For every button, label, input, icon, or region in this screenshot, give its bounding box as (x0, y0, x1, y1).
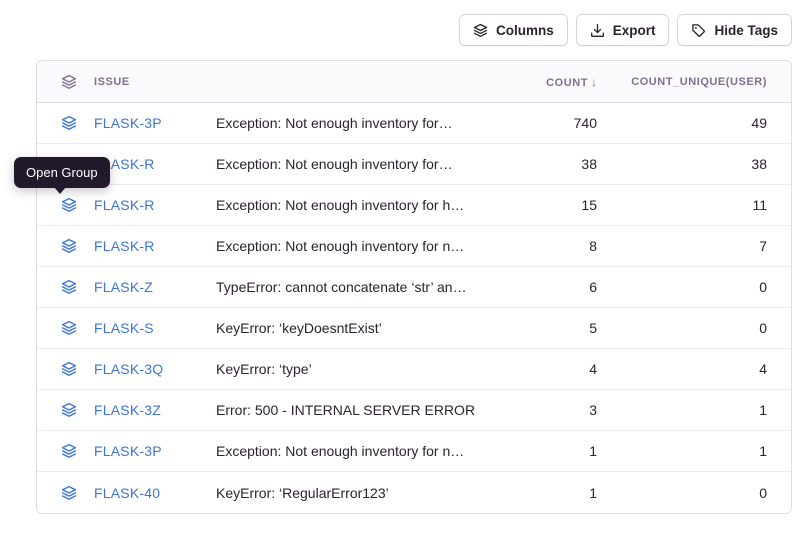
columns-button-label: Columns (496, 23, 554, 38)
issue-group-icon[interactable] (61, 115, 77, 131)
issue-title: Exception: Not enough inventory for n… (216, 238, 477, 254)
count-unique-value: 1 (597, 402, 767, 418)
issue-group-icon[interactable] (61, 279, 77, 295)
count-unique-column-header[interactable]: COUNT_UNIQUE(USER) (597, 76, 767, 88)
count-unique-value: 7 (597, 238, 767, 254)
count-header-label: COUNT (546, 77, 588, 89)
count-value: 4 (477, 361, 597, 377)
issue-title: Error: 500 - INTERNAL SERVER ERROR (216, 402, 477, 418)
results-table: ISSUE COUNT↓ COUNT_UNIQUE(USER) FLASK-3P… (36, 60, 792, 514)
count-value: 15 (477, 197, 597, 213)
issue-group-icon[interactable] (61, 443, 77, 459)
issue-id-link[interactable]: FLASK-S (94, 320, 154, 336)
issue-title: Exception: Not enough inventory for n… (216, 443, 477, 459)
issue-cell: FLASK-3Q (61, 361, 216, 377)
issue-id-link[interactable]: FLASK-40 (94, 485, 160, 501)
issue-id-link[interactable]: FLASK-R (94, 238, 155, 254)
count-column-header[interactable]: COUNT↓ (477, 75, 597, 89)
hide-tags-button[interactable]: Hide Tags (677, 14, 792, 46)
issue-id-link[interactable]: FLASK-R (94, 197, 155, 213)
toolbar: Columns Export Hide Tags (459, 14, 792, 46)
issue-id-link[interactable]: FLASK-3Q (94, 361, 163, 377)
tag-icon (691, 23, 706, 38)
count-unique-value: 0 (597, 485, 767, 501)
issue-column-header[interactable]: ISSUE (61, 74, 216, 90)
table-row[interactable]: FLASK-S KeyError: ‘keyDoesntExist’ 5 0 (37, 308, 791, 349)
issue-cell: FLASK-3Z (61, 402, 216, 418)
table-row[interactable]: FLASK-R Exception: Not enough inventory … (37, 185, 791, 226)
count-value: 1 (477, 443, 597, 459)
table-row[interactable]: FLASK-R Exception: Not enough inventory … (37, 226, 791, 267)
count-value: 6 (477, 279, 597, 295)
count-unique-value: 38 (597, 156, 767, 172)
download-icon (590, 23, 605, 38)
issue-cell: FLASK-R (61, 197, 216, 213)
count-value: 8 (477, 238, 597, 254)
count-unique-value: 1 (597, 443, 767, 459)
table-row[interactable]: FLASK-3P Exception: Not enough inventory… (37, 103, 791, 144)
issue-cell: FLASK-Z (61, 279, 216, 295)
issue-title: KeyError: ‘RegularError123’ (216, 485, 477, 501)
issue-id-link[interactable]: FLASK-3Z (94, 402, 161, 418)
open-group-tooltip-label: Open Group (26, 165, 98, 180)
issue-group-icon[interactable] (61, 402, 77, 418)
table-row[interactable]: FLASK-40 KeyError: ‘RegularError123’ 1 0 (37, 472, 791, 513)
issue-header-label: ISSUE (94, 76, 130, 88)
table-row[interactable]: FLASK-R Exception: Not enough inventory … (37, 144, 791, 185)
issue-id-link[interactable]: FLASK-Z (94, 279, 153, 295)
issue-cell: FLASK-3P (61, 115, 216, 131)
table-header-row: ISSUE COUNT↓ COUNT_UNIQUE(USER) (37, 61, 791, 103)
table-row[interactable]: FLASK-3Q KeyError: ‘type’ 4 4 (37, 349, 791, 390)
issue-group-icon[interactable] (61, 238, 77, 254)
hide-tags-button-label: Hide Tags (714, 23, 778, 38)
table-row[interactable]: FLASK-Z TypeError: cannot concatenate ‘s… (37, 267, 791, 308)
issue-id-link[interactable]: FLASK-3P (94, 443, 162, 459)
table-row[interactable]: FLASK-3P Exception: Not enough inventory… (37, 431, 791, 472)
table-row[interactable]: FLASK-3Z Error: 500 - INTERNAL SERVER ER… (37, 390, 791, 431)
export-button[interactable]: Export (576, 14, 670, 46)
count-unique-value: 11 (597, 197, 767, 213)
count-value: 5 (477, 320, 597, 336)
columns-button[interactable]: Columns (459, 14, 568, 46)
issue-id-link[interactable]: FLASK-3P (94, 115, 162, 131)
issue-cell: FLASK-40 (61, 485, 216, 501)
count-unique-value: 4 (597, 361, 767, 377)
discover-results-page: Columns Export Hide Tags (0, 0, 807, 538)
count-unique-value: 0 (597, 320, 767, 336)
count-value: 1 (477, 485, 597, 501)
open-group-tooltip: Open Group (14, 157, 110, 188)
issue-cell: FLASK-S (61, 320, 216, 336)
issue-title: Exception: Not enough inventory for… (216, 115, 477, 131)
issue-title: Exception: Not enough inventory for h… (216, 197, 477, 213)
issue-layers-icon (61, 74, 77, 90)
columns-icon (473, 23, 488, 38)
export-button-label: Export (613, 23, 656, 38)
count-unique-value: 49 (597, 115, 767, 131)
issue-title: Exception: Not enough inventory for… (216, 156, 477, 172)
issue-group-icon[interactable] (61, 485, 77, 501)
issue-group-icon[interactable] (61, 197, 77, 213)
issue-title: KeyError: ‘type’ (216, 361, 477, 377)
count-value: 3 (477, 402, 597, 418)
issue-group-icon[interactable] (61, 320, 77, 336)
issue-cell: FLASK-R (61, 238, 216, 254)
count-value: 740 (477, 115, 597, 131)
issue-cell: FLASK-3P (61, 443, 216, 459)
issue-group-icon[interactable] (61, 361, 77, 377)
issue-title: TypeError: cannot concatenate ‘str’ an… (216, 279, 477, 295)
count-unique-value: 0 (597, 279, 767, 295)
issue-title: KeyError: ‘keyDoesntExist’ (216, 320, 477, 336)
count-value: 38 (477, 156, 597, 172)
